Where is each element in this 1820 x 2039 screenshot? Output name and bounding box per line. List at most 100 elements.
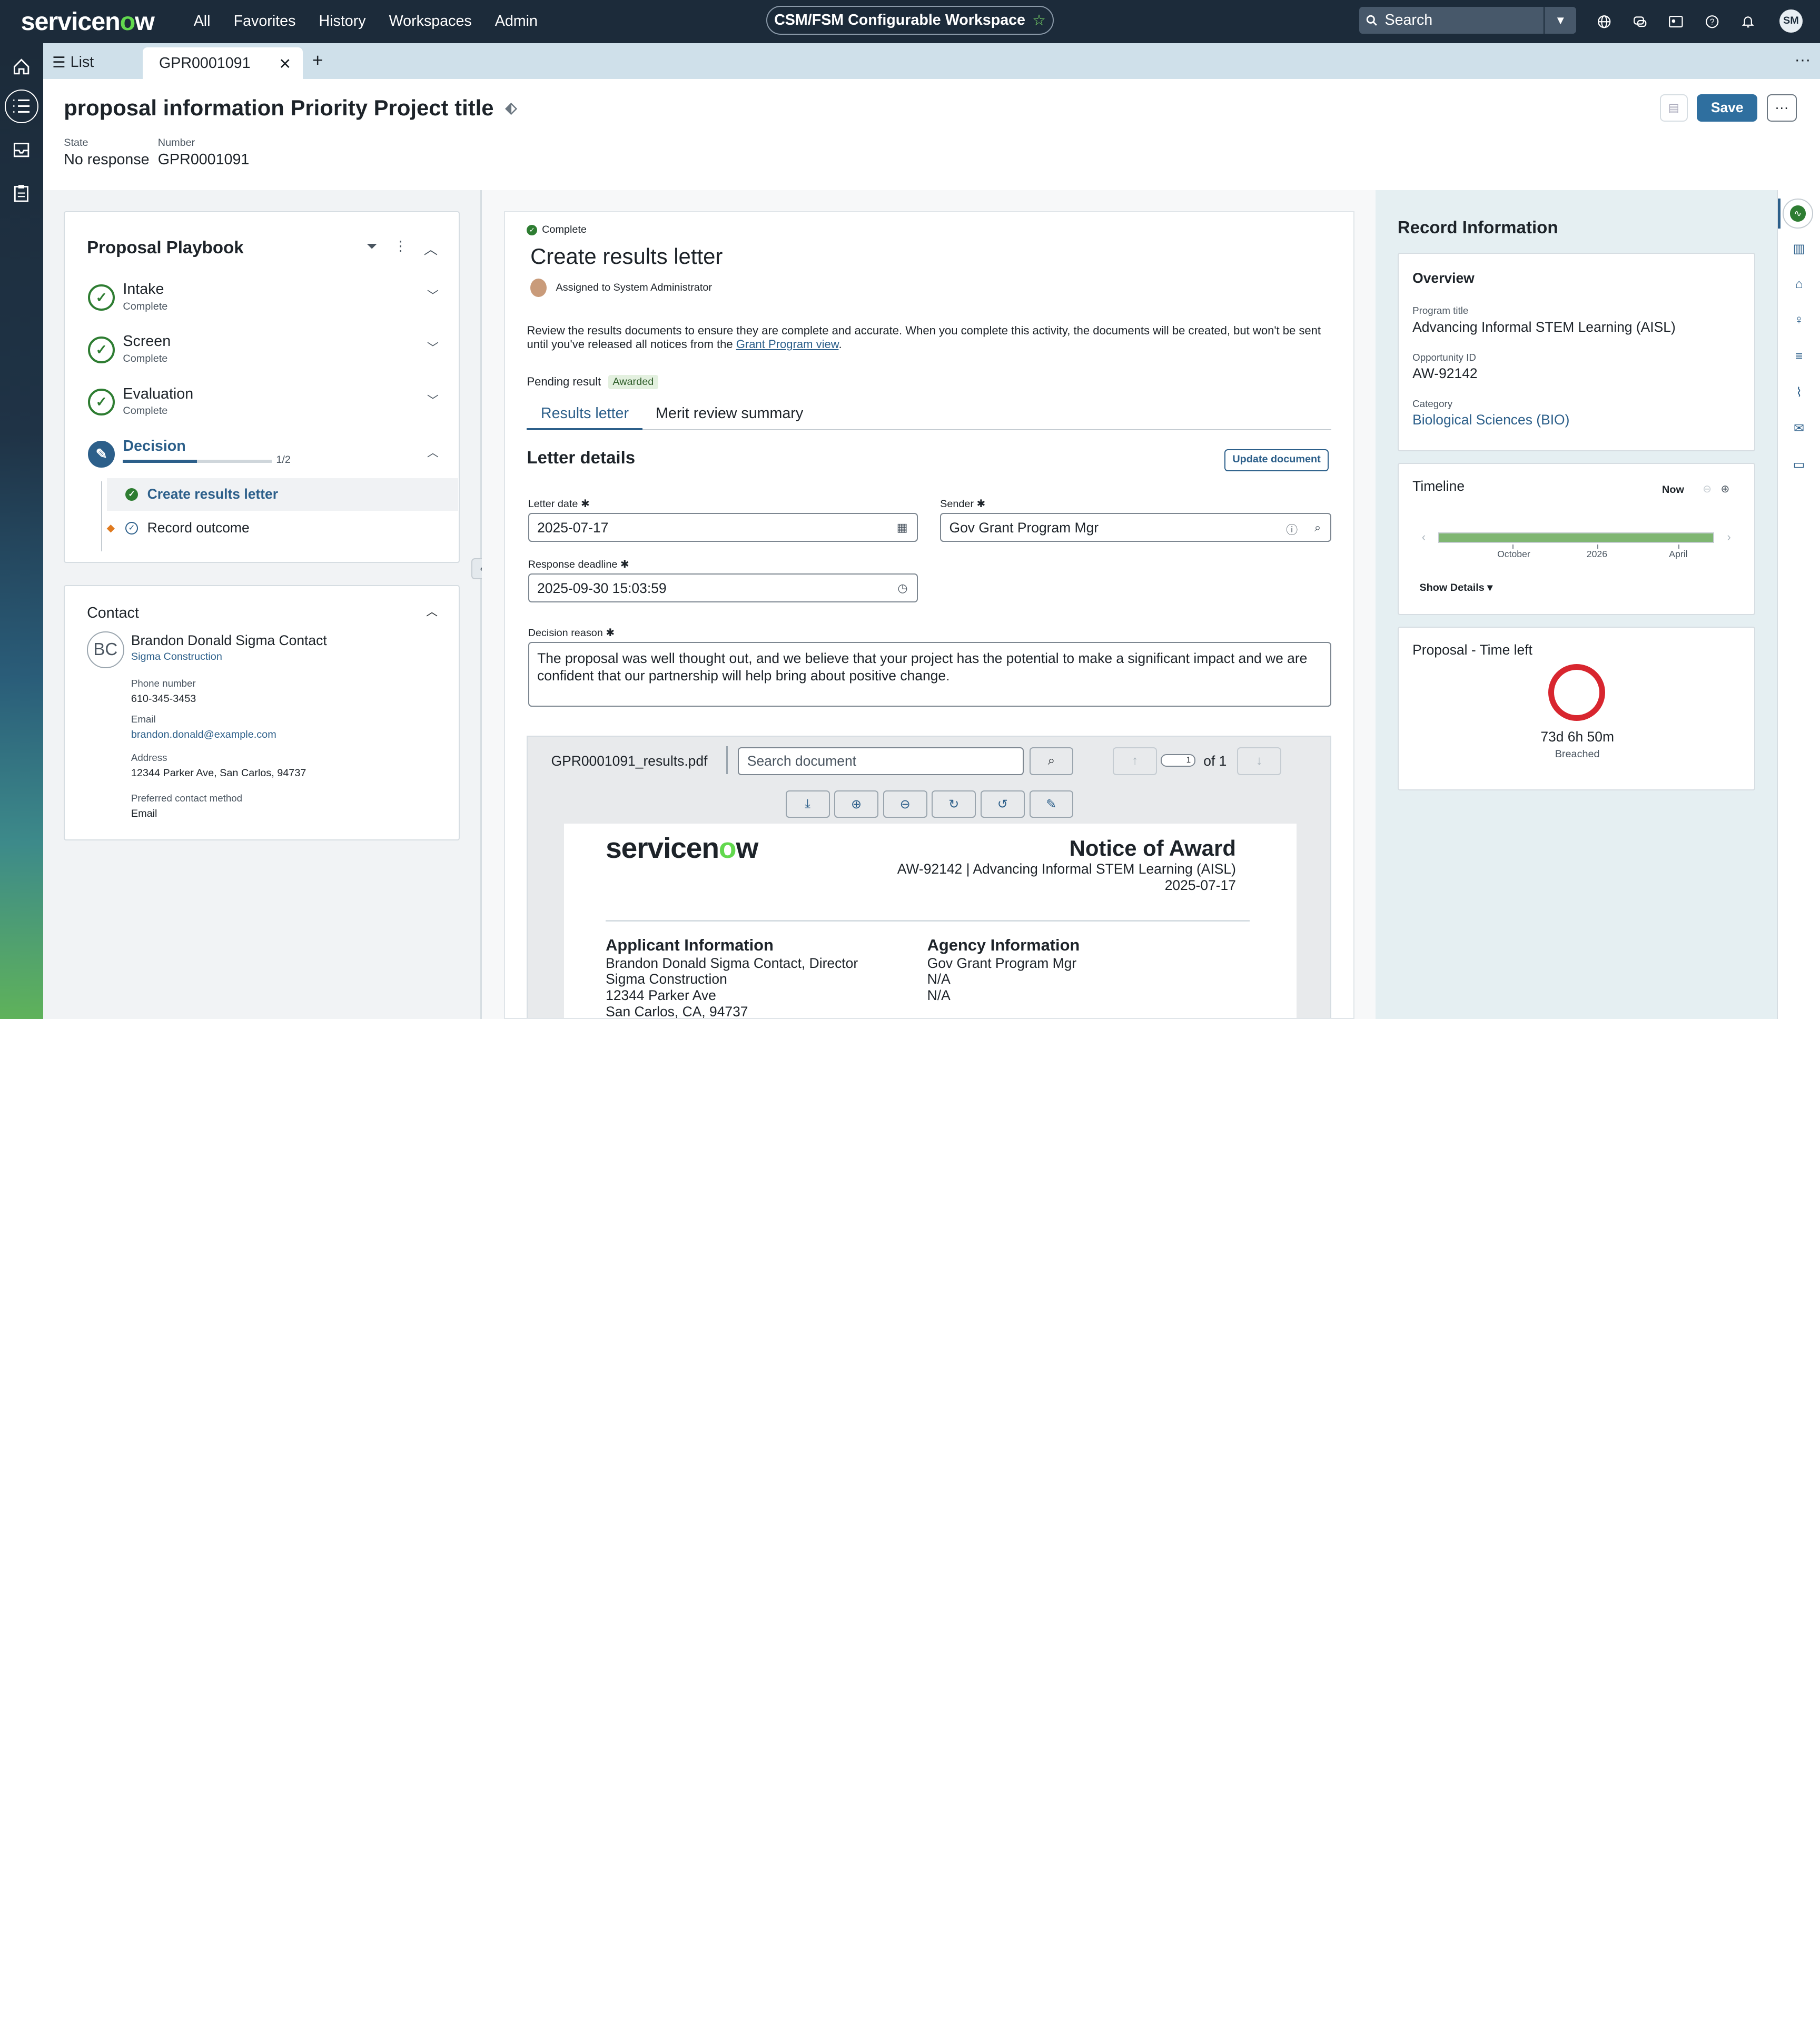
page-number-input[interactable]: 1 <box>1160 754 1195 767</box>
nav-workspaces[interactable]: Workspaces <box>378 0 483 43</box>
zoom-in-icon[interactable]: ⊕ <box>1720 483 1729 496</box>
activity-status: ✓ Complete <box>527 224 587 236</box>
tag-icon[interactable]: ⬖ <box>506 98 517 117</box>
datetime-icon[interactable]: ◷ <box>897 581 907 595</box>
document-icon[interactable]: ▤ <box>1659 94 1688 122</box>
zoom-out-icon[interactable]: ⊖ <box>883 790 927 818</box>
time-left-card: Proposal - Time left 73d 6h 50m Breached <box>1397 627 1755 790</box>
timeline-bar[interactable] <box>1438 532 1715 543</box>
star-icon[interactable]: ☆ <box>1032 11 1046 29</box>
activity-title: Create results letter <box>530 243 723 269</box>
search-icon[interactable]: ⌕ <box>1029 747 1074 775</box>
zoom-out-icon[interactable]: ⊖ <box>1703 483 1712 496</box>
list-tab[interactable]: ☰ List <box>52 53 94 72</box>
search-document-input[interactable]: Search document <box>738 747 1024 775</box>
nav-admin[interactable]: Admin <box>483 0 549 43</box>
filter-icon[interactable]: ⏷ <box>366 238 377 259</box>
now-button[interactable]: Now <box>1662 484 1684 496</box>
servicenow-logo[interactable]: servicenow <box>21 7 155 36</box>
email-link[interactable]: brandon.donald@example.com <box>131 729 276 741</box>
number-field: Number GPR0001091 <box>157 137 250 169</box>
record-info-tab[interactable]: ∿ <box>1783 198 1813 229</box>
category-link[interactable]: Biological Sciences (BIO) <box>1412 412 1569 428</box>
list-icon[interactable] <box>4 89 38 123</box>
contact-company-link[interactable]: Sigma Construction <box>131 651 222 663</box>
more-icon[interactable]: ··· <box>1795 50 1811 69</box>
close-icon[interactable]: ✕ <box>279 55 291 73</box>
search-scope-dropdown[interactable]: ▼ <box>1544 7 1576 34</box>
check-icon: ✓ <box>88 389 115 415</box>
chevron-up-icon[interactable]: ︿ <box>427 443 439 460</box>
zoom-in-icon[interactable]: ⊕ <box>834 790 879 818</box>
nav-all[interactable]: All <box>182 0 222 43</box>
more-actions-button[interactable]: ··· <box>1766 94 1797 122</box>
chevron-down-icon[interactable]: ﹀ <box>427 286 439 303</box>
chevron-up-icon[interactable]: ︿ <box>424 238 438 259</box>
chevron-down-icon[interactable]: ﹀ <box>427 339 439 355</box>
bell-icon[interactable] <box>1736 10 1759 33</box>
step-intake[interactable]: ✓ Intake Complete ﹀ <box>88 278 439 324</box>
record-tab[interactable]: GPR0001091 ✕ <box>143 47 303 79</box>
update-document-button[interactable]: Update document <box>1224 449 1329 471</box>
letter-date-input[interactable]: 2025-07-17 ▦ <box>528 513 918 542</box>
response-deadline-input[interactable]: 2025-09-30 15:03:59 ◷ <box>528 573 918 602</box>
globe-icon[interactable] <box>1592 10 1616 33</box>
nav-history[interactable]: History <box>307 0 377 43</box>
tab-merit-review-summary[interactable]: Merit review summary <box>656 405 803 422</box>
info-icon[interactable]: ⓘ <box>1286 521 1298 538</box>
arrow-down-icon[interactable]: ↓ <box>1237 747 1281 775</box>
activity-panel: ✓ Complete Create results letter Assigned… <box>503 211 1355 1020</box>
list-icon[interactable]: ≡ <box>1788 346 1809 367</box>
activity-create-results-letter[interactable]: ✓ Create results letter <box>106 478 459 511</box>
paperclip-icon[interactable]: ⌇ <box>1788 382 1809 403</box>
chevron-up-icon[interactable]: ︿ <box>426 602 438 619</box>
document-icon[interactable]: ▭ <box>1788 454 1809 475</box>
decision-reason-textarea[interactable]: The proposal was well thought out, and w… <box>528 641 1331 707</box>
timeline-label: October <box>1497 549 1530 560</box>
download-icon[interactable]: ⤓ <box>785 790 830 818</box>
global-search[interactable]: Search ▼ <box>1359 7 1577 34</box>
pdf-file-name: GPR0001091_results.pdf <box>551 753 708 769</box>
clipboard-icon[interactable] <box>7 179 36 207</box>
step-decision[interactable]: ✎ Decision 1/2 ︿ <box>88 434 439 480</box>
workspace-pill[interactable]: CSM/FSM Configurable Workspace ☆ <box>766 6 1054 35</box>
chevron-down-icon[interactable]: ﹀ <box>427 391 439 408</box>
step-evaluation[interactable]: ✓ Evaluation Complete ﹀ <box>88 382 439 428</box>
nav-favorites[interactable]: Favorites <box>222 0 308 43</box>
overview-card: Overview Program title Advancing Informal… <box>1397 253 1755 452</box>
grant-program-link[interactable]: Grant Program view <box>736 338 839 351</box>
left-panel: Proposal Playbook ⏷ ⋮ ︿ ✓ Intake Complet… <box>43 190 482 1020</box>
id-card-icon[interactable] <box>1665 10 1688 33</box>
annotate-icon[interactable]: ✎ <box>1029 790 1074 818</box>
preferred-contact-field: Preferred contact method Email <box>131 793 243 819</box>
tab-results-letter[interactable]: Results letter <box>527 405 643 431</box>
rotate-right-icon[interactable]: ↻ <box>932 790 976 818</box>
proposal-playbook-card: Proposal Playbook ⏷ ⋮ ︿ ✓ Intake Complet… <box>64 211 460 563</box>
arrow-up-icon[interactable]: ↑ <box>1113 747 1158 775</box>
save-button[interactable]: Save <box>1697 94 1758 122</box>
calendar-icon[interactable]: ▦ <box>897 521 908 535</box>
lightbulb-icon[interactable]: ♀ <box>1788 310 1809 331</box>
activity-record-outcome[interactable]: ◆ ✓ Record outcome <box>107 512 459 545</box>
contact-name: Brandon Donald Sigma Contact <box>131 632 327 649</box>
pencil-icon: ✎ <box>88 441 115 468</box>
chat-icon[interactable] <box>1628 10 1651 33</box>
record-information-panel: Record Information Overview Program titl… <box>1375 190 1777 1020</box>
add-tab-icon[interactable]: + <box>312 50 323 71</box>
user-avatar[interactable]: SM <box>1779 9 1803 33</box>
graduation-cap-icon[interactable]: ⌂ <box>1788 274 1809 295</box>
search-icon[interactable]: ⌕ <box>1314 521 1321 535</box>
home-icon[interactable] <box>7 52 36 81</box>
sender-input[interactable]: Gov Grant Program Mgr ⓘ ⌕ <box>940 513 1331 542</box>
rotate-left-icon[interactable]: ↺ <box>981 790 1025 818</box>
details-icon[interactable]: ▥ <box>1788 238 1809 259</box>
show-details-button[interactable]: Show Details ▾ <box>1419 581 1492 594</box>
help-icon[interactable]: ? <box>1700 10 1724 33</box>
divider <box>606 920 1250 922</box>
step-screen[interactable]: ✓ Screen Complete ﹀ <box>88 330 439 376</box>
kebab-icon[interactable]: ⋮ <box>393 238 407 259</box>
chevron-right-icon[interactable]: › <box>1727 530 1730 544</box>
chevron-left-icon[interactable]: ‹ <box>1422 530 1426 544</box>
inbox-icon[interactable] <box>7 135 36 164</box>
mail-icon[interactable]: ✉ <box>1788 418 1809 439</box>
